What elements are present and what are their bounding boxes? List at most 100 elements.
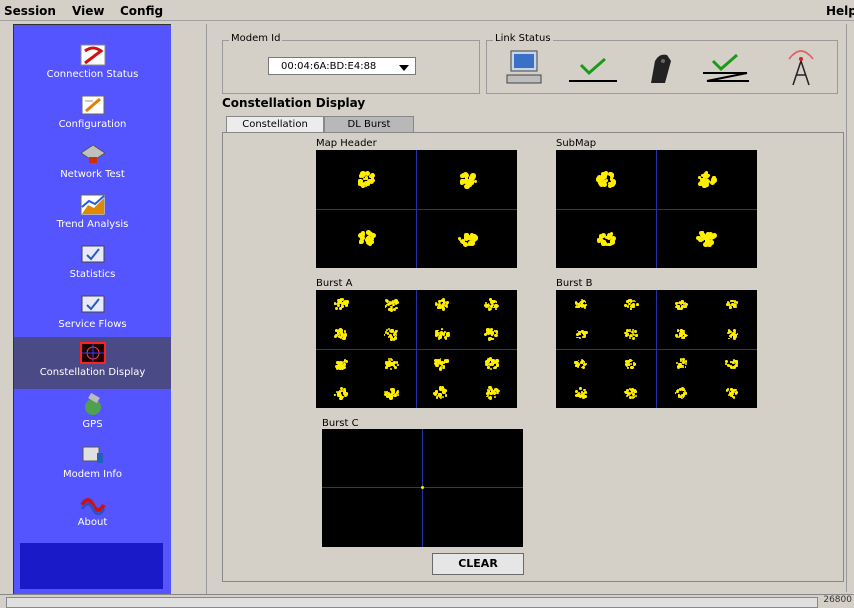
gps-icon — [84, 393, 101, 415]
constellation-point — [359, 235, 365, 241]
constellation-point — [439, 361, 443, 365]
constellation-point — [383, 334, 386, 336]
center-point — [421, 486, 424, 489]
sidebar-item-label: Modem Info — [62, 469, 123, 480]
constellation-point — [463, 235, 469, 241]
constellation-point — [367, 230, 373, 236]
sidebar-item-statistics[interactable]: Statistics — [14, 239, 171, 289]
constellation-point — [435, 395, 439, 399]
constellation-point — [736, 361, 739, 364]
constellation-point — [492, 299, 496, 304]
constellation-point — [574, 389, 578, 393]
constellation-point — [585, 301, 587, 303]
sidebar-item-service-flows[interactable]: Service Flows — [14, 289, 171, 339]
computer-icon — [506, 50, 542, 84]
constellation-point — [338, 307, 342, 310]
constellation-point — [336, 302, 340, 305]
sidebar-item-gps[interactable]: GPS — [14, 389, 171, 439]
constellation-point — [495, 359, 499, 363]
constellation-point — [601, 182, 607, 188]
constellation-point — [612, 180, 617, 185]
modem-id-select[interactable]: 00:04:6A:BD:E4:88 — [268, 57, 416, 75]
map-header-plot — [316, 150, 517, 268]
sidebar-item-modem-info[interactable]: Modem Info — [14, 439, 171, 489]
constellation-point — [732, 336, 736, 340]
constellation-point — [626, 389, 629, 392]
constellation-point — [582, 332, 584, 334]
constellation-point — [583, 332, 586, 335]
constellation-point — [361, 184, 365, 189]
sidebar-item-constellation-display[interactable]: Constellation Display — [14, 337, 171, 389]
constellation-point — [580, 390, 583, 393]
submap-label: SubMap — [556, 138, 597, 149]
constellation-point — [485, 360, 489, 364]
constellation-point — [389, 329, 392, 332]
constellation-point — [728, 337, 730, 339]
constellation-point — [629, 329, 631, 331]
sidebar-item-trend-analysis[interactable]: Trend Analysis — [14, 189, 171, 239]
sidebar-item-connection-status[interactable]: Connection Status — [14, 39, 171, 89]
sidebar-footer — [20, 543, 163, 589]
constellation-point — [437, 299, 441, 304]
constellation-point — [729, 307, 731, 309]
sidebar-item-label: About — [77, 517, 108, 528]
constellation-point — [336, 361, 339, 365]
constellation-point — [396, 364, 399, 367]
constellation-point — [491, 337, 494, 341]
constellation-point — [725, 360, 728, 364]
constellation-point — [677, 329, 680, 332]
constellation-display-icon — [79, 342, 106, 364]
sidebar-item-label: Connection Status — [46, 69, 139, 80]
constellation-point — [369, 174, 373, 178]
constellation-point — [629, 330, 631, 333]
constellation-point — [705, 233, 710, 237]
constellation-point — [396, 393, 399, 396]
constellation-point — [577, 305, 580, 309]
constellation-point — [440, 328, 443, 331]
scrollbar[interactable] — [846, 24, 854, 592]
constellation-point — [496, 389, 500, 393]
tab-dl-burst[interactable]: DL Burst — [324, 116, 414, 133]
tab-constellation[interactable]: Constellation — [226, 116, 324, 133]
constellation-point — [439, 396, 443, 400]
clear-button[interactable]: CLEAR — [432, 553, 524, 575]
constellation-point — [610, 172, 614, 177]
modem-id-value: 00:04:6A:BD:E4:88 — [281, 61, 377, 72]
statistics-icon — [81, 245, 104, 263]
constellation-point — [575, 365, 578, 367]
constellation-point — [629, 395, 632, 399]
burst-c-label: Burst C — [322, 418, 359, 429]
constellation-point — [339, 298, 343, 301]
constellation-point — [484, 332, 488, 336]
constellation-point — [490, 391, 494, 395]
constellation-point — [495, 301, 498, 303]
constellation-point — [393, 366, 397, 370]
constellation-point — [634, 330, 638, 333]
link-status-label: Link Status — [493, 33, 553, 44]
constellation-point — [581, 365, 584, 368]
constellation-point — [389, 368, 392, 371]
constellation-point — [446, 331, 450, 336]
constellation-point — [679, 333, 683, 337]
modem-id-label: Modem Id — [229, 33, 283, 44]
constellation-point — [494, 304, 499, 308]
sidebar-item-network-test[interactable]: Network Test — [14, 139, 171, 189]
burst-b-plot — [556, 290, 757, 408]
constellation-point — [468, 178, 474, 184]
constellation-point — [441, 307, 446, 311]
constellation-point — [733, 305, 736, 308]
constellation-point — [363, 177, 367, 181]
constellation-point — [582, 335, 584, 338]
map-header-label: Map Header — [316, 138, 377, 149]
constellation-point — [595, 177, 601, 182]
sidebar-item-configuration[interactable]: Configuration — [14, 89, 171, 139]
constellation-point — [607, 243, 611, 246]
constellation-point — [359, 240, 363, 245]
constellation-point — [709, 241, 713, 245]
sidebar-item-label: Trend Analysis — [56, 219, 129, 230]
constellation-point — [732, 332, 736, 336]
constellation-point — [496, 391, 499, 394]
constellation-point — [632, 299, 636, 303]
constellation-point — [340, 395, 342, 397]
sidebar-item-about[interactable]: About — [14, 487, 171, 537]
